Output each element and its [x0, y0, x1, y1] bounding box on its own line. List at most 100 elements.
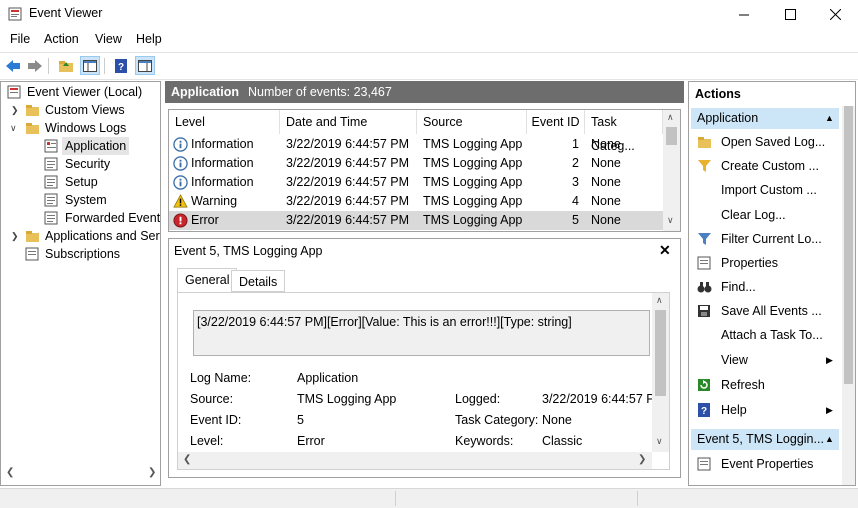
event-row[interactable]: Warning 3/22/2019 6:44:57 PM TMS Logging A…	[169, 192, 663, 211]
column-header-source[interactable]: Source	[417, 110, 527, 134]
event-row[interactable]: Information 3/22/2019 6:44:57 PM TMS Loggi…	[169, 135, 663, 154]
tree-item-custom-views[interactable]: ❯ Custom Views	[1, 101, 160, 119]
tree-label-windows-logs: Windows Logs	[45, 121, 127, 135]
detail-vertical-scrollbar[interactable]: ∧ ∨	[652, 293, 669, 452]
action-create-custom-view[interactable]: Create Custom ...	[693, 155, 839, 177]
menu-view[interactable]: View	[95, 32, 122, 46]
event-date: 3/22/2019 6:44:57 PM	[286, 194, 410, 208]
detail-horizontal-scrollbar[interactable]: ❮ ❯	[178, 452, 652, 469]
chevron-right-icon[interactable]: ❯	[11, 227, 21, 245]
event-message-box[interactable]: [3/22/2019 6:44:57 PM][Error][Value: Thi…	[193, 310, 650, 356]
action-save-all-events[interactable]: Save All Events ...	[693, 300, 839, 322]
show-hide-tree-button[interactable]	[80, 56, 100, 75]
event-message: [3/22/2019 6:44:57 PM][Error][Value: Thi…	[197, 315, 572, 329]
toolbar: ?	[0, 52, 858, 80]
collapse-triangle-icon[interactable]: ▲	[825, 429, 834, 450]
info-icon	[173, 156, 188, 171]
task-category-value: None	[542, 413, 572, 427]
column-header-date[interactable]: Date and Time	[280, 110, 417, 134]
keywords-label: Keywords:	[455, 434, 514, 448]
event-id: 4	[572, 194, 579, 208]
minimize-button[interactable]	[721, 0, 767, 28]
close-button[interactable]	[812, 0, 858, 28]
tree-item-setup[interactable]: Setup	[1, 173, 160, 191]
tree-item-security[interactable]: Security	[1, 155, 160, 173]
scroll-right-icon[interactable]: ❯	[638, 454, 646, 465]
forward-button[interactable]	[25, 56, 45, 75]
action-open-saved-log[interactable]: Open Saved Log...	[693, 131, 839, 153]
event-id: 5	[572, 213, 579, 227]
tab-general[interactable]: General	[177, 268, 238, 293]
scrollbar-thumb[interactable]	[666, 127, 677, 145]
save-disk-icon	[698, 305, 710, 317]
svg-text:?: ?	[118, 62, 124, 73]
open-folder-icon	[698, 137, 711, 148]
event-row[interactable]: Information 3/22/2019 6:44:57 PM TMS Loggi…	[169, 173, 663, 192]
action-properties[interactable]: Properties	[693, 252, 839, 274]
event-list-scrollbar[interactable]: ∧ ∨	[663, 110, 680, 231]
menu-action[interactable]: Action	[44, 32, 79, 46]
actions-section-application[interactable]: Application ▲	[691, 108, 839, 129]
show-hide-action-pane-button[interactable]	[135, 56, 155, 75]
task-category-label: Task Category:	[455, 413, 539, 427]
log-icon	[44, 211, 58, 225]
tree-item-application[interactable]: Application	[1, 137, 160, 155]
action-find[interactable]: Find...	[693, 276, 839, 298]
scroll-down-icon[interactable]: ∨	[656, 436, 663, 447]
tree-item-subscriptions[interactable]: Subscriptions	[1, 245, 160, 263]
tree-item-root[interactable]: Event Viewer (Local)	[1, 83, 160, 101]
log-icon	[44, 193, 58, 207]
close-detail-icon[interactable]: ✕	[659, 242, 671, 259]
collapse-triangle-icon[interactable]: ▲	[825, 108, 834, 129]
scroll-left-icon[interactable]: ❮	[183, 454, 191, 465]
event-viewer-icon	[7, 85, 21, 99]
tree-horizontal-scrollbar[interactable]: ❮ ❯	[2, 466, 160, 483]
info-icon	[173, 175, 188, 190]
tab-details[interactable]: Details	[231, 270, 286, 292]
tree-item-forwarded-events[interactable]: Forwarded Events	[1, 209, 160, 227]
scroll-right-icon[interactable]: ❯	[148, 467, 156, 478]
scroll-up-icon[interactable]: ∧	[667, 112, 674, 123]
tree-item-system[interactable]: System	[1, 191, 160, 209]
event-viewer-icon	[8, 7, 22, 21]
action-import-custom-view[interactable]: Import Custom ...	[693, 179, 839, 201]
action-clear-log[interactable]: Clear Log...	[693, 204, 839, 226]
chevron-right-icon[interactable]: ❯	[11, 101, 21, 119]
log-icon	[44, 175, 58, 189]
event-row[interactable]: Error 3/22/2019 6:44:57 PM TMS Logging App…	[169, 211, 663, 230]
event-id: 1	[572, 137, 579, 151]
event-source: TMS Logging App	[423, 156, 523, 170]
action-refresh[interactable]: Refresh	[693, 374, 839, 396]
menu-help[interactable]: Help	[136, 32, 162, 46]
scrollbar-thumb[interactable]	[655, 310, 666, 396]
actions-scrollbar[interactable]	[842, 106, 855, 485]
tree-item-windows-logs[interactable]: ∨ Windows Logs	[1, 119, 160, 137]
up-folder-button[interactable]	[56, 56, 76, 75]
scrollbar-thumb[interactable]	[844, 106, 853, 384]
action-event-properties[interactable]: Event Properties	[693, 453, 839, 475]
log-name: Application	[171, 85, 240, 99]
event-row[interactable]: Information 3/22/2019 6:44:57 PM TMS Loggi…	[169, 154, 663, 173]
tree-item-applications-services[interactable]: ❯ Applications and Serv	[1, 227, 160, 245]
submenu-arrow-icon: ▶	[826, 355, 833, 365]
folder-icon	[26, 231, 39, 242]
folder-icon	[26, 123, 39, 134]
action-attach-task[interactable]: Attach a Task To...	[693, 324, 839, 346]
chevron-down-icon[interactable]: ∨	[10, 119, 20, 137]
maximize-button[interactable]	[767, 0, 813, 28]
column-header-level[interactable]: Level	[169, 110, 280, 134]
scroll-left-icon[interactable]: ❮	[6, 467, 14, 478]
menu-file[interactable]: File	[10, 32, 30, 46]
filter-icon	[698, 233, 711, 245]
help-button[interactable]: ?	[111, 56, 131, 75]
action-help[interactable]: ? Help ▶	[693, 399, 839, 421]
action-filter-current-log[interactable]: Filter Current Lo...	[693, 228, 839, 250]
scroll-down-icon[interactable]: ∨	[667, 215, 674, 226]
back-button[interactable]	[3, 56, 23, 75]
column-header-event-id[interactable]: Event ID	[527, 110, 585, 134]
scroll-up-icon[interactable]: ∧	[656, 295, 663, 306]
action-view[interactable]: View ▶	[693, 349, 839, 371]
minimize-icon	[738, 14, 749, 15]
column-header-task-category[interactable]: Task Categ...	[585, 110, 663, 153]
actions-section-event[interactable]: Event 5, TMS Loggin... ▲	[691, 429, 839, 450]
